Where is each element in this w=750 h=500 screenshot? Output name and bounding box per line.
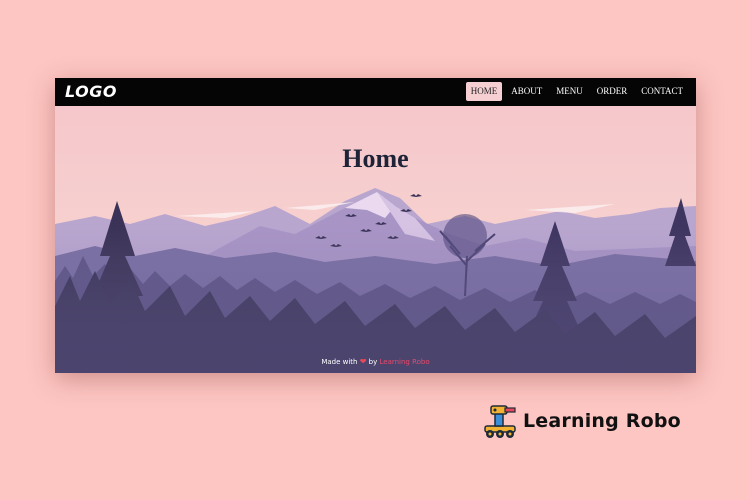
robot-icon <box>484 405 516 438</box>
navbar: LOGO HOME ABOUT MENU ORDER CONTACT <box>55 78 696 106</box>
nav-link-menu[interactable]: MENU <box>551 82 588 101</box>
nav-link-order[interactable]: ORDER <box>592 82 633 101</box>
page-title: Home <box>342 144 409 173</box>
footer-by: by <box>368 358 378 366</box>
learning-robo-badge: Learning Robo <box>481 402 681 440</box>
nav-links: HOME ABOUT MENU ORDER CONTACT <box>465 82 688 101</box>
website-preview: LOGO HOME ABOUT MENU ORDER CONTACT Home … <box>55 78 696 373</box>
heart-icon: ❤ <box>359 357 367 366</box>
footer-brand-link[interactable]: Learning Robo <box>379 358 429 366</box>
footer-credit: Made with ❤ by Learning Robo <box>55 357 696 366</box>
site-logo[interactable]: LOGO <box>65 82 117 101</box>
hero-scene: Home Made with ❤ by Learning Robo <box>55 106 696 373</box>
nav-link-home[interactable]: HOME <box>465 82 503 101</box>
footer-prefix: Made with <box>321 358 358 366</box>
nav-link-about[interactable]: ABOUT <box>506 82 547 101</box>
badge-title: Learning Robo <box>523 410 681 432</box>
nav-link-contact[interactable]: CONTACT <box>636 82 688 101</box>
